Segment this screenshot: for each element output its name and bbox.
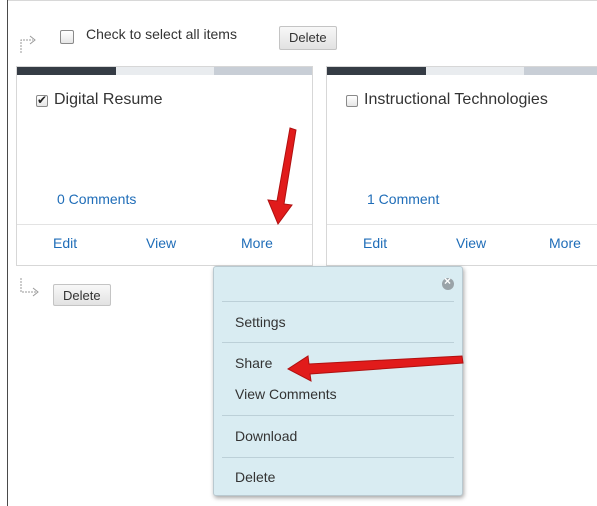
divider: [17, 224, 312, 225]
item-checkbox[interactable]: [36, 93, 48, 107]
view-link[interactable]: View: [146, 235, 176, 251]
more-options-menu: Settings Share View Comments Download De…: [213, 266, 463, 496]
comments-link[interactable]: 0 Comments: [57, 191, 136, 207]
close-icon[interactable]: [442, 274, 454, 290]
menu-divider: [222, 415, 454, 416]
frame-top-border: [7, 0, 597, 1]
divider: [327, 224, 597, 225]
item-checkbox[interactable]: [346, 95, 358, 107]
menu-item-delete[interactable]: Delete: [235, 469, 275, 485]
edit-link[interactable]: Edit: [363, 235, 387, 251]
select-all-checkbox[interactable]: [60, 30, 74, 44]
comments-link[interactable]: 1 Comment: [367, 191, 439, 207]
menu-divider: [222, 301, 454, 302]
select-all-label: Check to select all items: [86, 26, 237, 42]
menu-item-download[interactable]: Download: [235, 428, 297, 444]
card-title: Instructional Technologies: [364, 91, 548, 108]
delete-button-top[interactable]: Delete: [279, 26, 337, 50]
menu-item-settings[interactable]: Settings: [235, 314, 286, 330]
select-arrow-icon: [20, 278, 39, 297]
menu-item-share[interactable]: Share: [235, 355, 272, 371]
menu-item-view-comments[interactable]: View Comments: [235, 386, 337, 402]
card-header-bar: [17, 67, 312, 75]
more-link[interactable]: More: [549, 235, 581, 251]
item-card-digital-resume: Digital Resume 0 Comments Edit View More: [16, 66, 313, 266]
delete-button-bottom[interactable]: Delete: [53, 284, 111, 306]
frame-left-border: [7, 0, 8, 506]
card-title: Digital Resume: [54, 91, 163, 108]
select-arrow-icon: [20, 35, 36, 53]
menu-divider: [222, 342, 454, 343]
edit-link[interactable]: Edit: [53, 235, 77, 251]
card-header-bar: [327, 67, 597, 75]
item-card-instructional-technologies: Instructional Technologies 1 Comment Edi…: [326, 66, 597, 266]
more-link[interactable]: More: [241, 235, 273, 251]
menu-divider: [222, 457, 454, 458]
view-link[interactable]: View: [456, 235, 486, 251]
